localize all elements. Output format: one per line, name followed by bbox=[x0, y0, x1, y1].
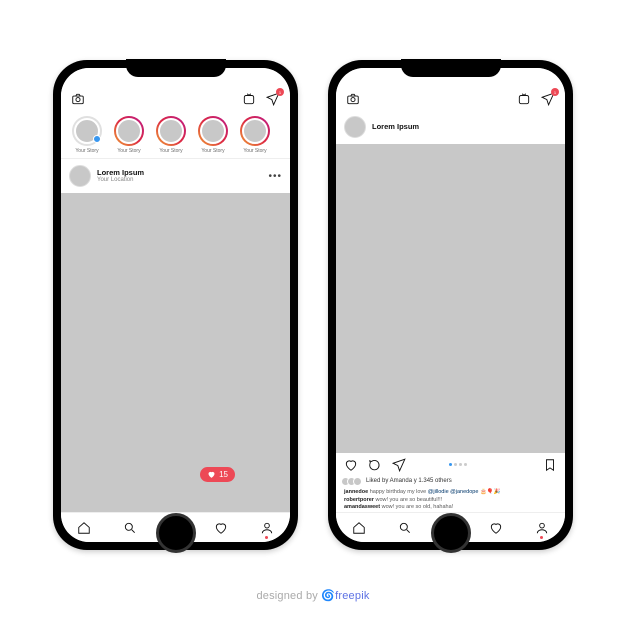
story-item[interactable]: Your Story bbox=[237, 116, 273, 154]
share-icon[interactable] bbox=[392, 458, 406, 472]
camera-icon[interactable] bbox=[346, 92, 360, 106]
more-icon[interactable]: ••• bbox=[268, 171, 282, 182]
stories-tray[interactable]: Your Story Your Story Your Story Your St… bbox=[61, 110, 290, 159]
comment-text: wow! you are so old, hahaha! bbox=[382, 504, 454, 510]
post-location[interactable]: Your Location bbox=[97, 177, 144, 184]
post-username[interactable]: Lorem Ipsum bbox=[97, 169, 144, 177]
comment-text: wow! you are so beautiful!!! bbox=[375, 497, 442, 503]
app-logo bbox=[134, 94, 194, 104]
top-bar: 1 bbox=[336, 88, 565, 110]
post-header: Lorem Ipsum Your Location ••• bbox=[61, 159, 290, 193]
comment-user[interactable]: amandasweet bbox=[344, 504, 380, 510]
likes-text: Liked by Amanda y 1.345 others bbox=[366, 478, 452, 484]
notch bbox=[126, 59, 226, 77]
credit-brand: freepik bbox=[335, 590, 369, 602]
dm-badge: 1 bbox=[551, 88, 559, 96]
heart-icon[interactable] bbox=[489, 521, 503, 535]
notch bbox=[401, 59, 501, 77]
top-bar: 1 bbox=[61, 88, 290, 110]
story-item-own[interactable]: Your Story bbox=[69, 116, 105, 154]
avatar[interactable] bbox=[69, 165, 91, 187]
story-label: Your Story bbox=[243, 148, 266, 154]
app-logo bbox=[409, 94, 469, 104]
story-label: Your Story bbox=[201, 148, 224, 154]
home-button[interactable] bbox=[431, 513, 471, 553]
notification-dot bbox=[265, 536, 268, 539]
story-label: Your Story bbox=[159, 148, 182, 154]
profile-icon[interactable] bbox=[535, 521, 549, 535]
carousel-dots bbox=[449, 463, 467, 466]
story-item[interactable]: Your Story bbox=[153, 116, 189, 154]
post-actions bbox=[336, 453, 565, 477]
likes-row[interactable]: Liked by Amanda y 1.345 others bbox=[336, 477, 565, 489]
igtv-icon[interactable] bbox=[242, 92, 256, 106]
igtv-icon[interactable] bbox=[517, 92, 531, 106]
home-icon[interactable] bbox=[77, 521, 91, 535]
dm-badge: 1 bbox=[276, 88, 284, 96]
post-image[interactable] bbox=[336, 144, 565, 453]
camera-icon[interactable] bbox=[71, 92, 85, 106]
phone-post-detail: 1 Lorem Ipsum bbox=[328, 60, 573, 550]
profile-icon[interactable] bbox=[260, 521, 274, 535]
post-username[interactable]: Lorem Ipsum bbox=[372, 123, 419, 131]
avatar[interactable] bbox=[344, 116, 366, 138]
search-icon[interactable] bbox=[123, 521, 137, 535]
comment-icon[interactable] bbox=[368, 458, 382, 472]
notification-dot bbox=[540, 536, 543, 539]
post-caption: jannedoe happy birthday my love @jillodi… bbox=[336, 489, 565, 512]
credit-prefix: designed by bbox=[256, 590, 321, 602]
credit-line: designed by 🌀freepik bbox=[0, 589, 626, 602]
caption-text: happy birthday my love bbox=[370, 489, 427, 495]
heart-icon[interactable] bbox=[344, 458, 358, 472]
phone-feed: 1 Your Story Your Story bbox=[53, 60, 298, 550]
post-image[interactable] bbox=[61, 193, 290, 512]
post-header: Lorem Ipsum bbox=[336, 110, 565, 144]
bookmark-icon[interactable] bbox=[543, 458, 557, 472]
caption-tags[interactable]: @jillodie @janedope bbox=[428, 489, 479, 495]
home-icon[interactable] bbox=[352, 521, 366, 535]
home-button[interactable] bbox=[156, 513, 196, 553]
likes-count: 15 bbox=[219, 470, 228, 479]
dm-icon[interactable]: 1 bbox=[541, 92, 555, 106]
liker-avatars bbox=[344, 477, 362, 486]
caption-emoji: 🎂🎈🎉 bbox=[480, 489, 501, 495]
story-item[interactable]: Your Story bbox=[111, 116, 147, 154]
story-label: Your Story bbox=[117, 148, 140, 154]
heart-icon[interactable] bbox=[214, 521, 228, 535]
story-item[interactable]: Your Story bbox=[195, 116, 231, 154]
add-story-icon[interactable] bbox=[93, 135, 101, 143]
search-icon[interactable] bbox=[398, 521, 412, 535]
likes-bubble: 15 bbox=[200, 467, 235, 482]
caption-user[interactable]: jannedoe bbox=[344, 489, 368, 495]
comment-user[interactable]: robertporer bbox=[344, 497, 374, 503]
dm-icon[interactable]: 1 bbox=[266, 92, 280, 106]
story-label: Your Story bbox=[75, 148, 98, 154]
